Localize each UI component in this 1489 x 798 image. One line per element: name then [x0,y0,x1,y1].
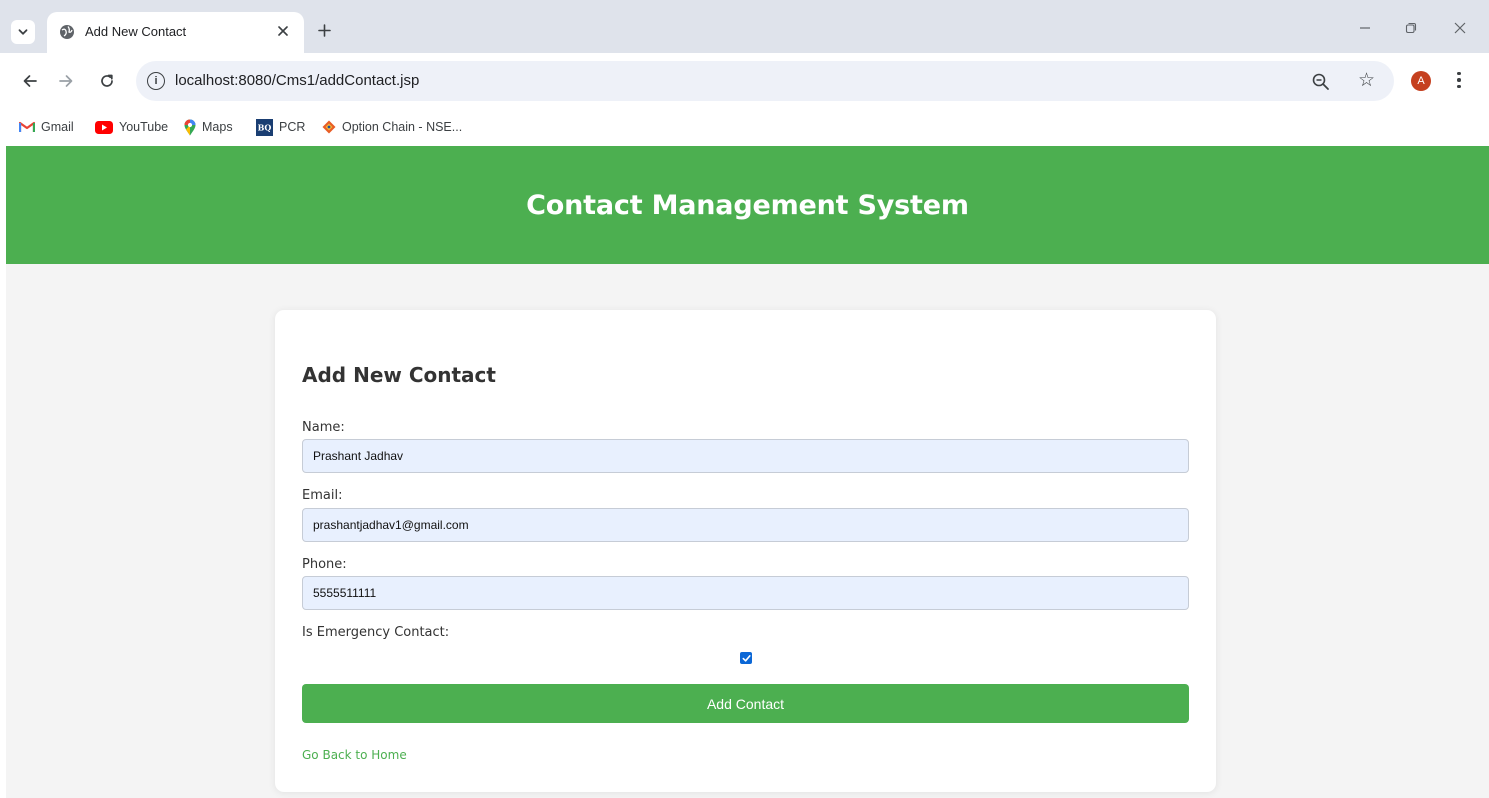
bookmark-maps[interactable]: Maps [184,118,233,136]
arrow-right-icon [59,75,73,87]
emergency-contact-checkbox[interactable] [740,652,752,664]
email-label: Email: [302,488,343,503]
active-tab[interactable]: Add New Contact [47,12,304,53]
address-url[interactable]: localhost:8080/Cms1/addContact.jsp [175,72,419,89]
bookmark-label: PCR [279,120,306,134]
site-info-icon[interactable]: i [147,72,165,90]
close-icon [1454,22,1466,34]
new-tab-button[interactable] [312,18,336,42]
bookmark-youtube[interactable]: YouTube [95,118,168,136]
tab-title: Add New Contact [85,24,187,39]
name-input[interactable] [302,439,1189,473]
chevron-down-icon [18,29,28,35]
arrow-left-icon [23,75,37,87]
bookmark-label: Maps [202,120,233,134]
plus-icon [317,23,331,37]
bookmark-label: Option Chain - NSE... [342,120,463,134]
phone-input[interactable] [302,576,1189,610]
bookmark-pcr[interactable]: BQ PCR [256,118,305,136]
emergency-contact-label: Is Emergency Contact: [302,625,450,640]
back-button[interactable] [19,70,41,92]
restore-icon [1405,22,1417,34]
close-window-button[interactable] [1445,16,1475,40]
phone-label: Phone: [302,557,347,572]
browser-menu-button[interactable] [1452,69,1466,91]
tab-close-button[interactable] [272,20,294,42]
zoom-icon[interactable] [1310,71,1332,93]
checkmark-icon [742,654,751,662]
minimize-button[interactable] [1350,16,1380,40]
browser-toolbar: i localhost:8080/Cms1/addContact.jsp ☆ A [0,53,1489,109]
go-back-home-link[interactable]: Go Back to Home [302,748,407,762]
form-title: Add New Contact [302,363,496,387]
bookmarks-bar: Gmail YouTube Maps BQ PCR Option Chain -… [0,109,1489,146]
add-contact-form-card: Add New Contact Name: Email: Phone: Is E… [275,310,1216,792]
add-contact-button[interactable]: Add Contact [302,684,1189,723]
profile-initial: A [1417,75,1425,87]
youtube-icon [95,120,113,134]
bookmark-gmail[interactable]: Gmail [19,118,74,136]
nse-icon [322,120,336,134]
reload-button[interactable] [96,70,118,92]
bookmark-label: Gmail [41,120,74,134]
email-input[interactable] [302,508,1189,542]
page-viewport: Contact Management System Add New Contac… [6,146,1489,798]
site-header: Contact Management System [6,146,1489,264]
profile-avatar[interactable]: A [1411,71,1431,91]
bookmark-option-chain[interactable]: Option Chain - NSE... [322,118,462,136]
svg-text:BQ: BQ [258,122,272,132]
address-bar[interactable]: i localhost:8080/Cms1/addContact.jsp ☆ [136,61,1394,101]
maps-icon [184,119,196,135]
bookmark-label: YouTube [119,120,169,134]
minimize-icon [1360,27,1370,29]
forward-button[interactable] [55,70,77,92]
tab-search-button[interactable] [11,20,35,44]
tab-strip: Add New Contact [0,0,1489,53]
bq-icon: BQ [256,118,273,136]
bookmark-star-icon[interactable]: ☆ [1358,69,1375,92]
restore-button[interactable] [1396,16,1426,40]
gmail-icon [19,121,35,132]
close-icon [278,26,288,36]
globe-icon [60,25,74,39]
reload-icon [101,74,113,87]
site-title: Contact Management System [526,189,969,221]
name-label: Name: [302,420,345,435]
